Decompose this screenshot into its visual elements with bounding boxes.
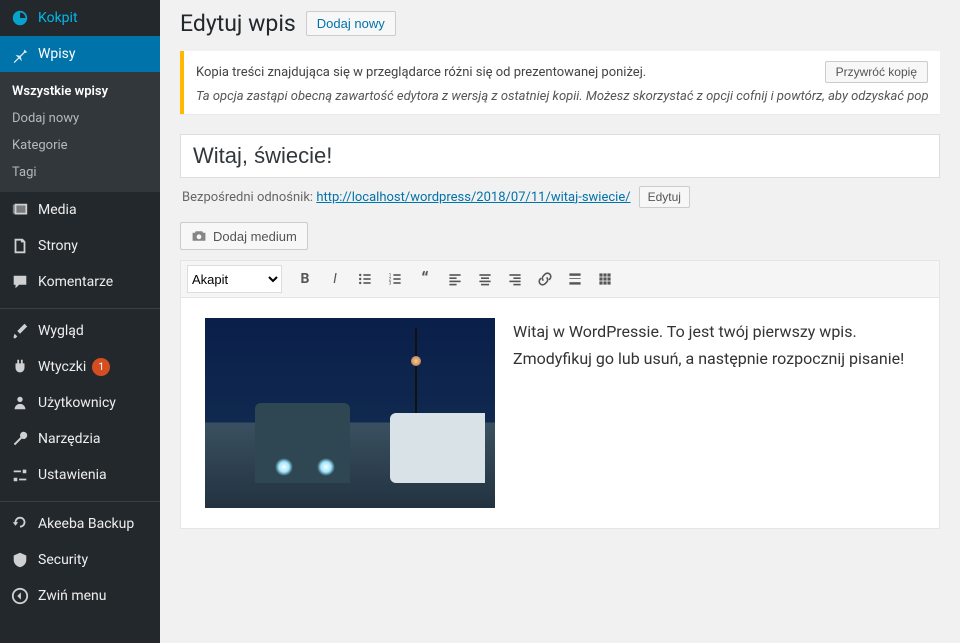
sidebar-separator [0, 497, 160, 502]
italic-button[interactable]: I [321, 265, 349, 293]
sidebar-label: Wygląd [38, 323, 84, 339]
edit-slug-button[interactable]: Edytuj [639, 186, 690, 208]
post-title-input[interactable] [180, 134, 940, 178]
submenu-categories[interactable]: Kategorie [0, 132, 160, 159]
sidebar-label: Narzędzia [38, 431, 100, 447]
editor-body[interactable]: Witaj w WordPressie. To jest twój pierws… [181, 298, 939, 528]
autosave-notice: Kopia treści znajdująca się w przeglądar… [180, 51, 940, 114]
post-image[interactable] [205, 318, 495, 508]
sidebar-item-akeeba[interactable]: Akeeba Backup [0, 506, 160, 542]
sidebar-label: Akeeba Backup [38, 516, 134, 532]
add-new-button[interactable]: Dodaj nowy [306, 11, 396, 36]
sidebar-label: Zwiń menu [38, 588, 106, 604]
sidebar-label: Użytkownicy [38, 395, 116, 411]
camera-icon [191, 228, 207, 244]
submenu-all-posts[interactable]: Wszystkie wpisy [0, 78, 160, 105]
sidebar-item-plugins[interactable]: Wtyczki 1 [0, 349, 160, 385]
sidebar-label: Strony [38, 238, 78, 254]
sidebar-separator [0, 304, 160, 309]
permalink-row: Bezpośredni odnośnik: http://localhost/w… [180, 182, 940, 222]
sidebar-item-posts[interactable]: Wpisy [0, 36, 160, 72]
backup-icon [10, 514, 30, 534]
sidebar-item-dashboard[interactable]: Kokpit [0, 0, 160, 36]
editor: Akapit B I 123 “ Witaj w WordPre [180, 260, 940, 529]
collapse-icon [10, 586, 30, 606]
sidebar-item-users[interactable]: Użytkownicy [0, 385, 160, 421]
submenu-tags[interactable]: Tagi [0, 159, 160, 186]
align-right-button[interactable] [501, 265, 529, 293]
sidebar-label: Security [38, 552, 88, 568]
editor-toolbar: Akapit B I 123 “ [181, 261, 939, 298]
submenu-add-new[interactable]: Dodaj nowy [0, 105, 160, 132]
post-content[interactable]: Witaj w WordPressie. To jest twój pierws… [513, 318, 915, 508]
user-icon [10, 393, 30, 413]
plugin-update-badge: 1 [92, 358, 110, 376]
align-left-button[interactable] [441, 265, 469, 293]
link-button[interactable] [531, 265, 559, 293]
add-media-button[interactable]: Dodaj medium [180, 222, 308, 250]
sidebar-collapse[interactable]: Zwiń menu [0, 578, 160, 614]
main-content: Edytuj wpis Dodaj nowy Kopia treści znaj… [160, 0, 960, 643]
restore-button[interactable]: Przywróć kopię [825, 61, 928, 83]
add-media-label: Dodaj medium [213, 229, 297, 244]
sidebar-item-media[interactable]: Media [0, 192, 160, 228]
notice-subtext: Ta opcja zastąpi obecną zawartość edytor… [196, 89, 928, 104]
sidebar-item-security[interactable]: Security [0, 542, 160, 578]
sidebar-item-settings[interactable]: Ustawienia [0, 457, 160, 493]
number-list-button[interactable]: 123 [381, 265, 409, 293]
sidebar-item-appearance[interactable]: Wygląd [0, 313, 160, 349]
media-icon [10, 200, 30, 220]
sidebar-label: Media [38, 202, 77, 218]
brush-icon [10, 321, 30, 341]
bullet-list-button[interactable] [351, 265, 379, 293]
page-icon [10, 236, 30, 256]
notice-text: Kopia treści znajdująca się w przeglądar… [196, 65, 825, 80]
wrench-icon [10, 429, 30, 449]
pin-icon [10, 44, 30, 64]
sidebar-item-pages[interactable]: Strony [0, 228, 160, 264]
permalink-link[interactable]: http://localhost/wordpress/2018/07/11/wi… [316, 190, 630, 205]
permalink-label: Bezpośredni odnośnik: [182, 190, 313, 205]
shield-icon [10, 550, 30, 570]
comment-icon [10, 272, 30, 292]
plugin-icon [10, 357, 30, 377]
sidebar-label: Wpisy [38, 46, 76, 62]
sidebar-item-comments[interactable]: Komentarze [0, 264, 160, 300]
page-title: Edytuj wpis [180, 10, 296, 37]
format-select[interactable]: Akapit [187, 265, 282, 293]
quote-button[interactable]: “ [411, 265, 439, 293]
sidebar-item-tools[interactable]: Narzędzia [0, 421, 160, 457]
svg-text:3: 3 [389, 281, 392, 287]
sidebar-submenu-posts: Wszystkie wpisy Dodaj nowy Kategorie Tag… [0, 72, 160, 192]
sidebar-label: Kokpit [38, 10, 78, 26]
sliders-icon [10, 465, 30, 485]
sidebar-label: Wtyczki [38, 359, 86, 375]
align-center-button[interactable] [471, 265, 499, 293]
bold-button[interactable]: B [291, 265, 319, 293]
sidebar-label: Komentarze [38, 274, 113, 290]
readmore-button[interactable] [561, 265, 589, 293]
dashboard-icon [10, 8, 30, 28]
admin-sidebar: Kokpit Wpisy Wszystkie wpisy Dodaj nowy … [0, 0, 160, 643]
toolbar-toggle-button[interactable] [591, 265, 619, 293]
sidebar-label: Ustawienia [38, 467, 107, 483]
